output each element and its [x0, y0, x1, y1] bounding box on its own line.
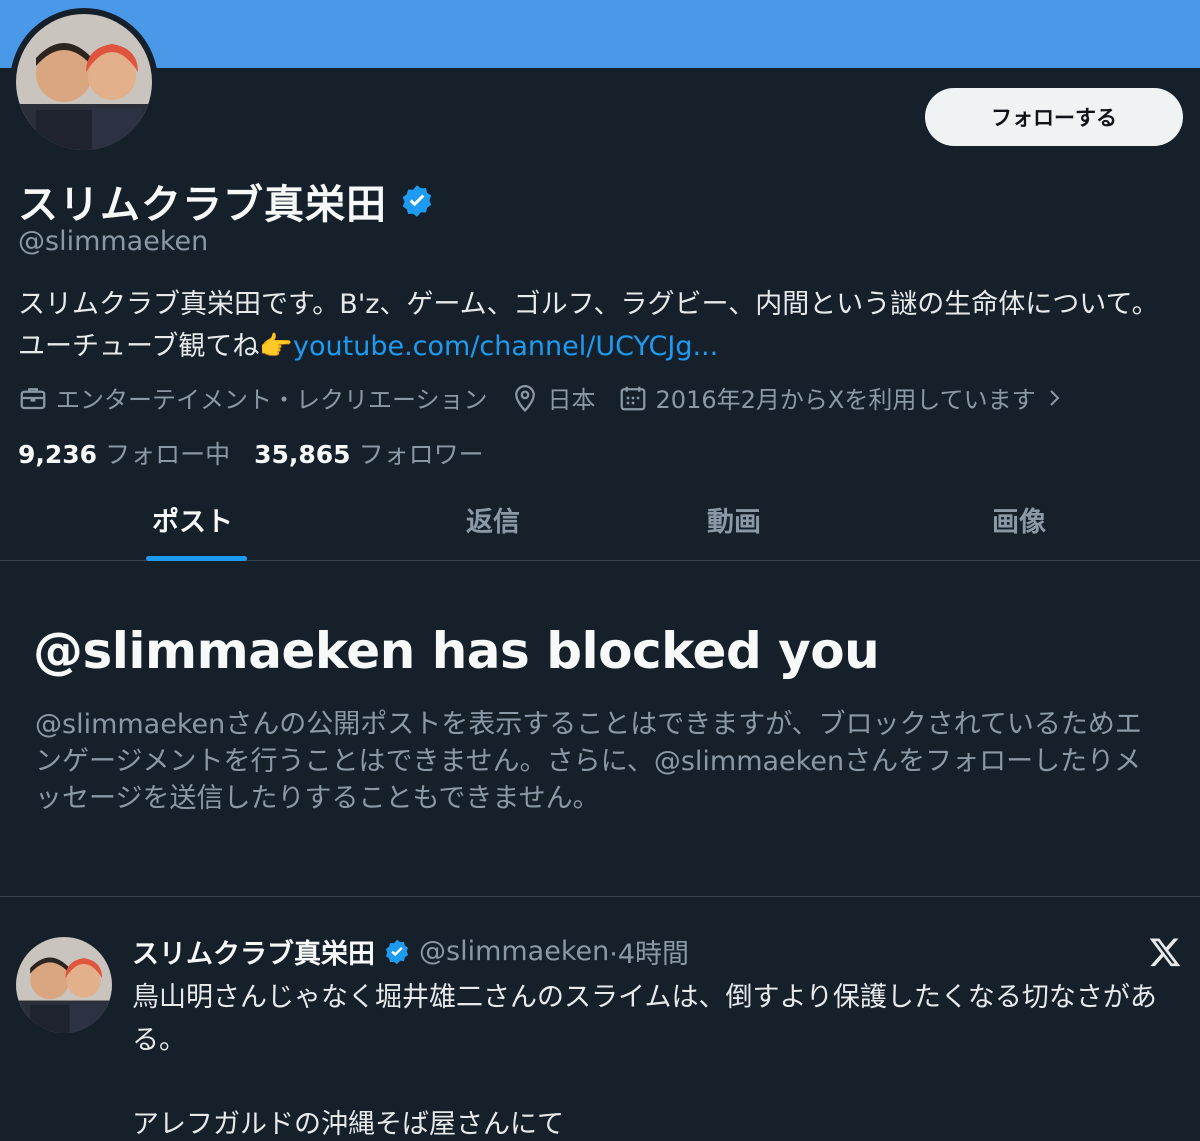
- profile-category: エンターテイメント・レクリエーション: [18, 380, 488, 415]
- post-timestamp[interactable]: ·4時間: [609, 932, 689, 971]
- bio-link[interactable]: youtube.com/channel/UCYCJg...: [293, 331, 718, 362]
- location-label: 日本: [547, 386, 596, 414]
- post-author-name[interactable]: スリムクラブ真栄田: [132, 932, 375, 971]
- active-tab-indicator: [146, 556, 247, 561]
- profile-banner[interactable]: [0, 0, 1200, 68]
- tab-images[interactable]: 画像: [992, 500, 1046, 539]
- following-label: フォロー中: [105, 440, 231, 469]
- location-pin-icon: [514, 384, 535, 412]
- profile-joined[interactable]: 2016年2月からXを利用しています: [618, 380, 1066, 415]
- profile-location: 日本: [510, 380, 596, 415]
- tab-videos[interactable]: 動画: [707, 500, 761, 539]
- following-stat[interactable]: 9,236 フォロー中: [18, 435, 230, 471]
- post-author-handle[interactable]: @slimmaeken: [419, 936, 609, 967]
- post-avatar[interactable]: [16, 937, 112, 1033]
- avatar-photo: [16, 14, 152, 150]
- x-logo-icon: [1149, 938, 1181, 967]
- follow-button[interactable]: フォローする: [925, 88, 1183, 146]
- tab-replies[interactable]: 返信: [466, 500, 520, 539]
- profile-name-row: スリムクラブ真栄田: [18, 172, 435, 230]
- post-avatar-photo: [16, 937, 112, 1033]
- section-divider: [0, 896, 1200, 897]
- category-label: エンターテイメント・レクリエーション: [56, 386, 488, 414]
- following-count: 9,236: [18, 440, 98, 469]
- followers-label: フォロワー: [358, 440, 484, 469]
- profile-avatar[interactable]: [10, 8, 158, 156]
- profile-bio: スリムクラブ真栄田です。B'z、ゲーム、ゴルフ、ラグビー、内間という謎の生命体に…: [18, 284, 1183, 368]
- profile-display-name: スリムクラブ真栄田: [18, 182, 387, 228]
- chevron-right-icon[interactable]: [1042, 386, 1066, 410]
- followers-count: 35,865: [254, 440, 351, 469]
- verified-badge-icon: [385, 939, 409, 964]
- tab-posts[interactable]: ポスト: [152, 500, 233, 539]
- profile-tabs: ポスト 返信 動画 画像: [0, 480, 1200, 561]
- blocked-notice-title: @slimmaeken has blocked you: [33, 622, 880, 680]
- pointing-hand-emoji: 👉: [259, 331, 294, 362]
- post-body: 鳥山明さんじゃなく堀井雄二さんのスライムは、倒すより保護したくなる切なさがある。: [132, 982, 1157, 1056]
- verified-badge-icon[interactable]: [399, 183, 435, 219]
- briefcase-icon: [20, 387, 46, 409]
- followers-stat[interactable]: 35,865 フォロワー: [254, 435, 484, 471]
- post-header: スリムクラブ真栄田 @slimmaeken ·4時間: [132, 932, 689, 971]
- profile-handle: @slimmaeken: [18, 226, 209, 257]
- profile-stats: 9,236 フォロー中 35,865 フォロワー: [18, 435, 484, 471]
- joined-label: 2016年2月からXを利用しています: [655, 386, 1036, 414]
- calendar-icon: [620, 386, 645, 410]
- blocked-notice-description: @slimmaekenさんの公開ポストを表示することはできますが、ブロックされて…: [35, 709, 1142, 814]
- profile-meta: エンターテイメント・レクリエーション 日本 2016年2月からXを利用しています: [18, 380, 1088, 415]
